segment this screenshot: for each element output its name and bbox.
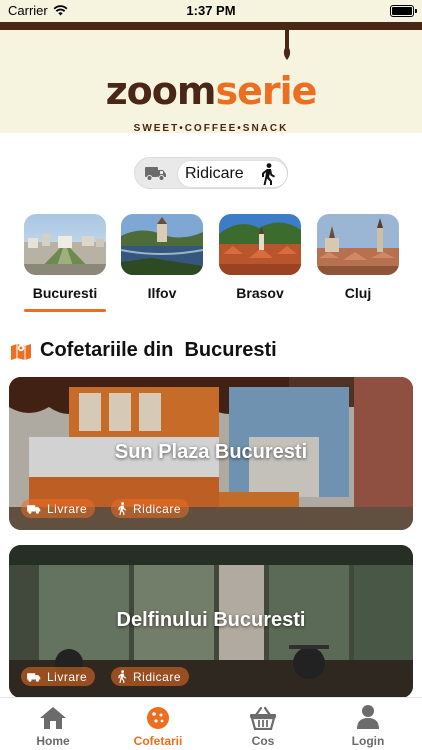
delivery-tag: Livrare bbox=[21, 499, 96, 518]
basket-icon bbox=[250, 706, 276, 730]
delivery-tag-label: Livrare bbox=[47, 501, 88, 516]
tab-login[interactable]: Login bbox=[328, 704, 408, 748]
city-ilfov-image bbox=[121, 214, 203, 275]
pickup-label: Ridicare bbox=[185, 165, 244, 182]
shop-name: Sun Plaza Bucuresti bbox=[114, 441, 308, 463]
logo-left: zoom bbox=[105, 69, 217, 113]
city-ilfov-label: Ilfov bbox=[147, 285, 177, 301]
user-icon bbox=[357, 705, 379, 729]
city-cluj-image bbox=[317, 214, 399, 275]
shop-name: Delfinului Bucuresti bbox=[116, 609, 306, 631]
tab-home[interactable]: Home bbox=[13, 704, 93, 748]
bottom-tab-bar: Home Cofetarii Cos Login bbox=[0, 697, 422, 750]
delivery-tag-label: Livrare bbox=[47, 669, 88, 684]
map-icon bbox=[11, 343, 31, 360]
selected-city-indicator bbox=[24, 309, 106, 312]
delivery-option[interactable] bbox=[143, 163, 169, 183]
city-bucuresti-label: Bucuresti bbox=[32, 285, 98, 301]
pickup-tag: Ridicare bbox=[111, 499, 190, 518]
status-time: 1:37 PM bbox=[186, 3, 236, 18]
tab-cofetarii[interactable]: Cofetarii bbox=[118, 704, 198, 748]
status-bar: Carrier 1:37 PM bbox=[0, 0, 422, 22]
truck-icon bbox=[145, 167, 166, 181]
chocolate-drip-icon bbox=[283, 30, 291, 60]
logo-right: serie bbox=[215, 69, 318, 113]
brand-logo: zoomserie bbox=[0, 72, 422, 110]
pickup-tag-label: Ridicare bbox=[133, 501, 182, 516]
city-cluj-label: Cluj bbox=[344, 285, 372, 301]
city-brasov-image bbox=[219, 214, 301, 275]
tab-home-label: Home bbox=[36, 734, 70, 748]
tab-login-label: Login bbox=[351, 734, 385, 748]
truck-icon bbox=[27, 672, 41, 682]
walking-icon bbox=[262, 163, 275, 185]
city-bucuresti-image bbox=[24, 214, 106, 275]
cookie-icon bbox=[147, 707, 169, 729]
tab-cos[interactable]: Cos bbox=[223, 704, 303, 748]
pickup-tag: Ridicare bbox=[111, 667, 190, 686]
walking-icon bbox=[118, 670, 127, 683]
truck-icon bbox=[27, 504, 41, 514]
tab-cofetarii-label: Cofetarii bbox=[133, 734, 183, 748]
brand-tagline: SWEET•COFFEE•SNACK bbox=[133, 123, 289, 134]
city-ilfov[interactable]: Ilfov bbox=[121, 214, 203, 301]
walking-icon bbox=[118, 502, 127, 515]
city-brasov-label: Brasov bbox=[236, 285, 284, 301]
pickup-tag-label: Ridicare bbox=[133, 669, 182, 684]
battery-icon bbox=[390, 5, 417, 17]
tab-cos-label: Cos bbox=[251, 734, 275, 748]
city-cluj[interactable]: Cluj bbox=[317, 214, 399, 301]
delivery-tag: Livrare bbox=[21, 667, 96, 686]
shop-card-delfinului[interactable]: Delfinului Bucuresti Livrare Ridicare bbox=[9, 545, 413, 698]
city-bucuresti[interactable]: Bucuresti bbox=[24, 214, 106, 301]
delivery-mode-toggle[interactable]: Ridicare bbox=[134, 157, 288, 189]
city-brasov[interactable]: Brasov bbox=[219, 214, 301, 301]
brand-header: zoomserie SWEET•COFFEE•SNACK bbox=[0, 22, 422, 134]
section-title: Cofetariile din Bucuresti bbox=[40, 339, 277, 361]
shop-card-sun-plaza[interactable]: Sun Plaza Bucuresti Livrare Ridicare bbox=[9, 377, 413, 530]
header-stripe bbox=[0, 22, 422, 30]
section-heading: Cofetariile din Bucuresti bbox=[10, 339, 277, 362]
home-icon bbox=[40, 707, 66, 729]
